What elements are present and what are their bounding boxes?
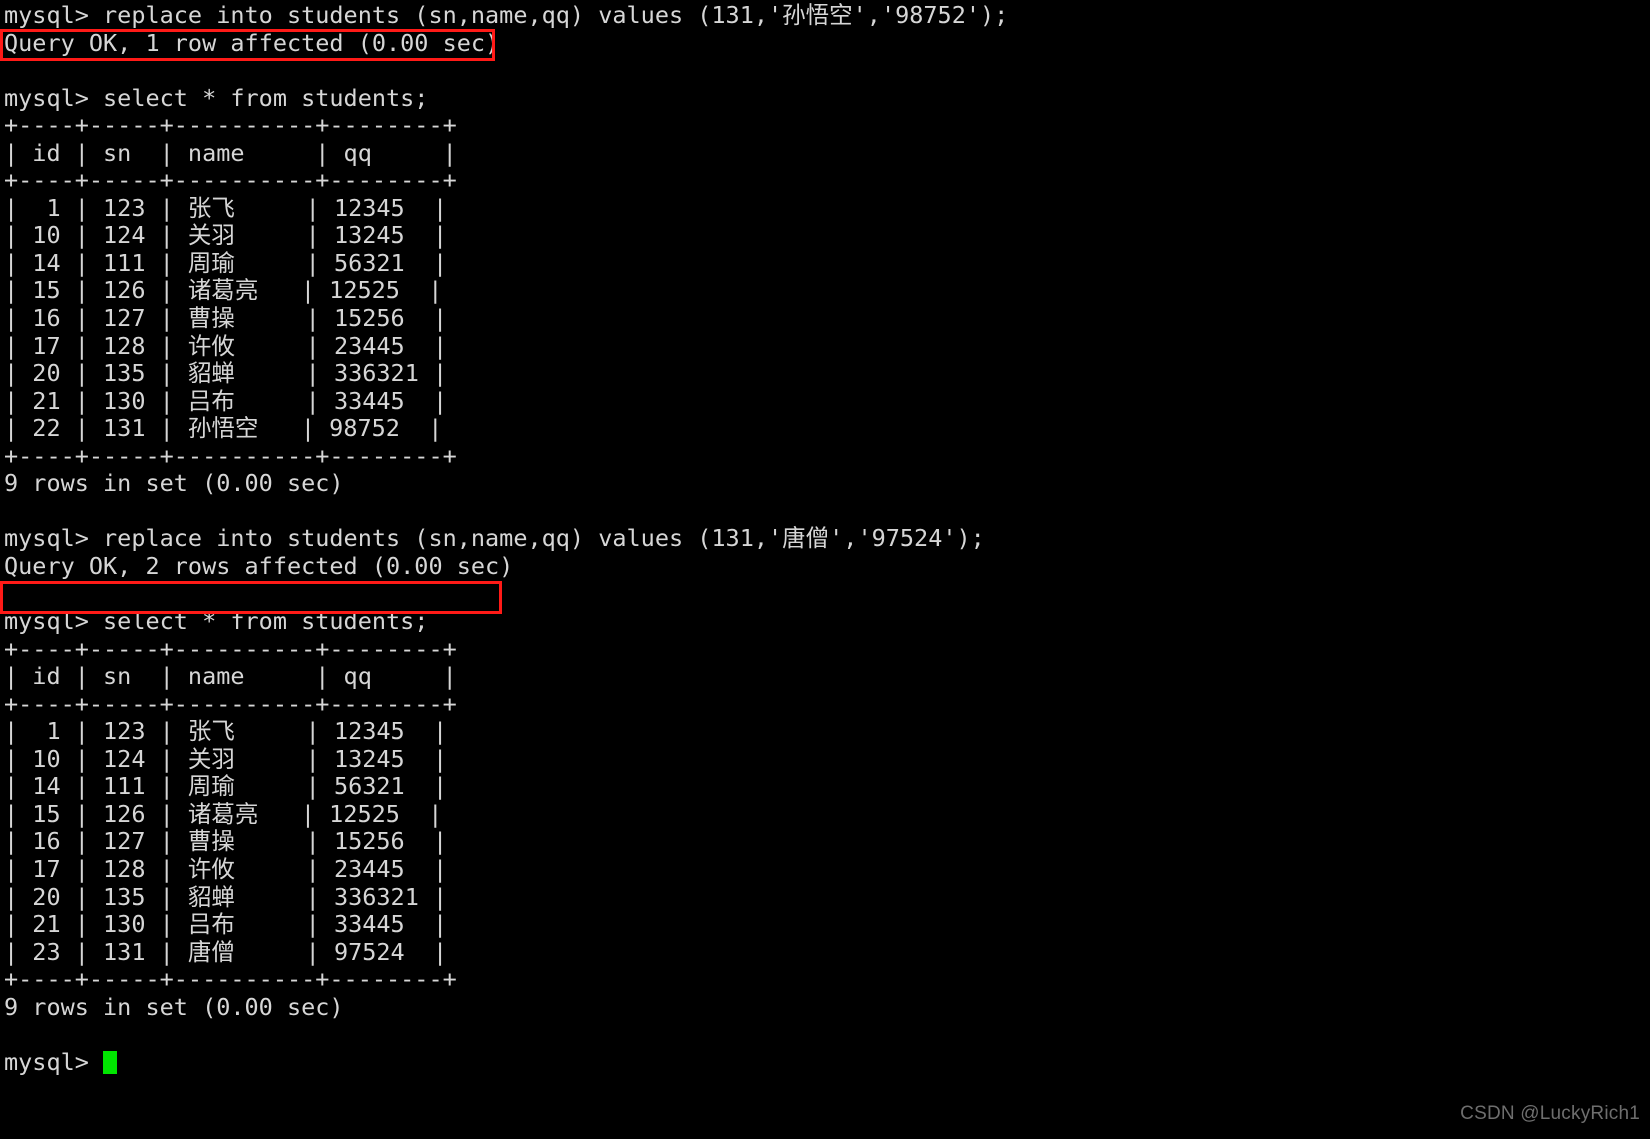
- table-row: | 15 | 126 | 诸葛亮 | 12525 |: [4, 276, 443, 305]
- table-row: | 1 | 123 | 张飞 | 12345 |: [4, 193, 448, 222]
- terminal-line: mysql> replace into students (sn,name,qq…: [4, 524, 985, 553]
- table-row: | 16 | 127 | 曹操 | 15256 |: [4, 304, 448, 333]
- terminal-line: +----+-----+----------+--------+: [4, 111, 457, 140]
- terminal-line-row-count: 9 rows in set (0.00 sec): [4, 992, 344, 1021]
- watermark: CSDN @LuckyRich1: [1460, 1103, 1640, 1124]
- terminal-output: mysql> replace into students (sn,name,qq…: [4, 1, 1644, 1077]
- terminal-window[interactable]: mysql> replace into students (sn,name,qq…: [0, 0, 1650, 1139]
- table-row: | 15 | 126 | 诸葛亮 | 12525 |: [4, 799, 443, 828]
- terminal-line: +----+-----+----------+--------+: [4, 689, 457, 718]
- table-row: | 10 | 124 | 关羽 | 13245 |: [4, 744, 448, 773]
- table-row: | 1 | 123 | 张飞 | 12345 |: [4, 717, 448, 746]
- table-row: | 17 | 128 | 许攸 | 23445 |: [4, 854, 448, 883]
- table-row: | 21 | 130 | 吕布 | 33445 |: [4, 910, 448, 939]
- terminal-line: +----+-----+----------+--------+: [4, 166, 457, 195]
- terminal-line: +----+-----+----------+--------+: [4, 634, 457, 663]
- terminal-line: mysql> select * from students;: [4, 607, 429, 636]
- table-row: | 10 | 124 | 关羽 | 13245 |: [4, 221, 448, 250]
- terminal-prompt-line[interactable]: mysql>: [4, 1047, 1644, 1077]
- table-row: | 17 | 128 | 许攸 | 23445 |: [4, 331, 448, 360]
- table-row: | 14 | 111 | 周瑜 | 56321 |: [4, 248, 448, 277]
- terminal-line: +----+-----+----------+--------+: [4, 965, 457, 994]
- terminal-line: +----+-----+----------+--------+: [4, 441, 457, 470]
- terminal-line: mysql> replace into students (sn,name,qq…: [4, 1, 1009, 29]
- text-cursor: [103, 1050, 118, 1074]
- terminal-line: | id | sn | name | qq |: [4, 662, 457, 691]
- table-row: | 20 | 135 | 貂蝉 | 336321 |: [4, 882, 448, 911]
- terminal-line-row-count: 9 rows in set (0.00 sec): [4, 469, 344, 498]
- table-row: | 16 | 127 | 曹操 | 15256 |: [4, 827, 448, 856]
- terminal-line-query-result-1: Query OK, 1 row affected (0.00 sec): [4, 28, 500, 57]
- table-row: | 23 | 131 | 唐僧 | 97524 |: [4, 937, 448, 966]
- table-row: | 22 | 131 | 孙悟空 | 98752 |: [4, 414, 443, 443]
- prompt-label: mysql>: [4, 1047, 104, 1076]
- terminal-line-query-result-2: Query OK, 2 rows affected (0.00 sec): [4, 551, 514, 580]
- table-row: | 21 | 130 | 吕布 | 33445 |: [4, 386, 448, 415]
- table-row: | 20 | 135 | 貂蝉 | 336321 |: [4, 359, 448, 388]
- terminal-line: | id | sn | name | qq |: [4, 138, 457, 167]
- terminal-line: mysql> select * from students;: [4, 83, 429, 112]
- table-row: | 14 | 111 | 周瑜 | 56321 |: [4, 772, 448, 801]
